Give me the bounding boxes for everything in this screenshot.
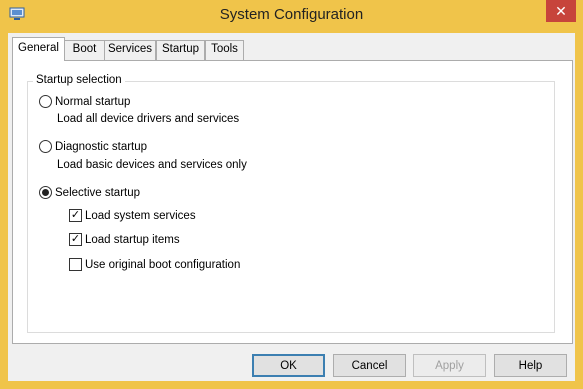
tab-general[interactable]: General: [12, 37, 65, 61]
load-system-services-checkbox[interactable]: ✓ Load system services: [69, 209, 196, 222]
cancel-button[interactable]: Cancel: [333, 354, 406, 377]
help-button[interactable]: Help: [494, 354, 567, 377]
tab-startup[interactable]: Startup: [156, 40, 205, 60]
tab-boot[interactable]: Boot: [64, 40, 105, 60]
radio-button-icon[interactable]: [39, 95, 52, 108]
radio-button-selected-icon[interactable]: [39, 186, 52, 199]
dialog-client-area: General Boot Services Startup Tools Star…: [8, 33, 575, 381]
radio-button-icon[interactable]: [39, 140, 52, 153]
normal-startup-description: Load all device drivers and services: [57, 113, 240, 125]
checkmark-icon[interactable]: ✓: [69, 209, 82, 222]
diagnostic-startup-radio[interactable]: Diagnostic startup: [39, 140, 147, 153]
selective-startup-label: Selective startup: [55, 186, 141, 199]
window-title: System Configuration: [219, 6, 364, 23]
load-startup-items-checkbox[interactable]: ✓ Load startup items: [69, 233, 180, 246]
apply-button: Apply: [413, 354, 486, 377]
use-original-boot-config-label: Use original boot configuration: [85, 258, 241, 271]
startup-selection-legend: Startup selection: [33, 74, 125, 86]
normal-startup-radio[interactable]: Normal startup: [39, 95, 130, 108]
close-icon: ✕: [555, 2, 567, 19]
ok-button[interactable]: OK: [252, 354, 325, 377]
selective-startup-radio[interactable]: Selective startup: [39, 186, 140, 199]
general-tab-panel: Startup selection Normal startup Load al…: [12, 60, 573, 344]
diagnostic-startup-label: Diagnostic startup: [55, 140, 148, 153]
tab-tools[interactable]: Tools: [205, 40, 244, 60]
use-original-boot-config-checkbox[interactable]: Use original boot configuration: [69, 258, 240, 271]
tab-services[interactable]: Services: [104, 40, 156, 60]
load-system-services-label: Load system services: [85, 209, 196, 222]
empty-checkbox-icon[interactable]: [69, 258, 82, 271]
diagnostic-startup-description: Load basic devices and services only: [57, 159, 247, 171]
checkmark-icon[interactable]: ✓: [69, 233, 82, 246]
close-button[interactable]: ✕: [546, 0, 576, 22]
title-bar[interactable]: System Configuration ✕: [0, 0, 583, 33]
normal-startup-label: Normal startup: [55, 95, 131, 108]
system-configuration-window: System Configuration ✕ General Boot Serv…: [0, 0, 583, 389]
load-startup-items-label: Load startup items: [85, 233, 180, 246]
